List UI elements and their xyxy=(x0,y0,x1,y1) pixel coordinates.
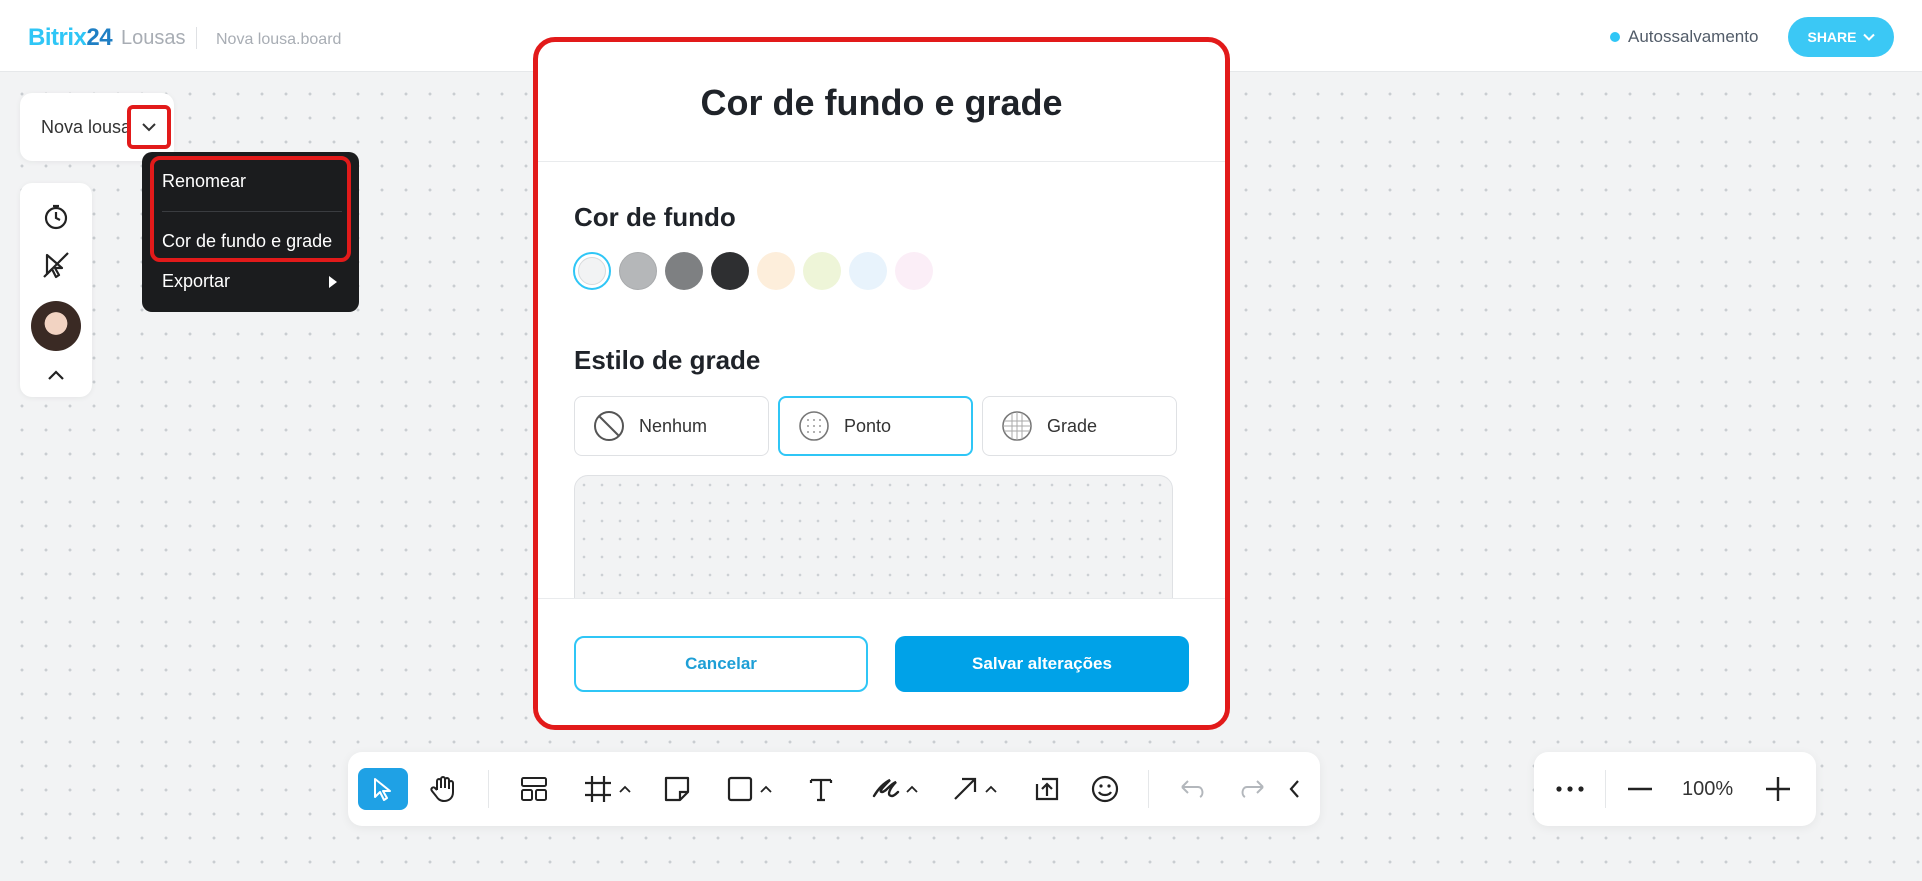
toolbar-divider xyxy=(488,770,489,808)
share-button[interactable]: SHARE xyxy=(1788,17,1894,57)
zoom-panel: 100% xyxy=(1534,752,1816,826)
sticky-note-tool-button[interactable] xyxy=(658,768,696,810)
cursor-off-icon[interactable] xyxy=(40,249,72,281)
grid-option-label: Ponto xyxy=(844,415,892,436)
document-name: Nova lousa.board xyxy=(216,31,342,48)
share-label: SHARE xyxy=(1807,29,1857,45)
modal-title: Cor de fundo e grade xyxy=(700,82,1063,123)
line-grid-icon xyxy=(1001,410,1033,442)
upload-icon xyxy=(1033,775,1061,803)
user-avatar[interactable] xyxy=(31,301,81,351)
emoji-tool-button[interactable] xyxy=(1085,768,1125,810)
board-menu-toggle[interactable] xyxy=(127,105,171,149)
header-divider xyxy=(196,27,197,49)
product-name: Lousas xyxy=(121,27,186,49)
color-swatch[interactable] xyxy=(849,252,887,290)
menu-highlight-box xyxy=(150,156,351,262)
bottom-toolbar xyxy=(348,752,1320,826)
toolbar-divider xyxy=(1148,770,1149,808)
plus-icon xyxy=(1765,776,1791,802)
cursor-icon xyxy=(371,776,395,802)
more-dots-icon xyxy=(1555,785,1585,793)
color-swatch[interactable] xyxy=(803,252,841,290)
color-swatch[interactable] xyxy=(711,252,749,290)
collapse-toolbar-button[interactable] xyxy=(1280,768,1308,810)
text-tool-button[interactable] xyxy=(801,768,841,810)
modal-footer: Cancelar Salvar alterações xyxy=(538,598,1225,725)
chevron-up-icon[interactable] xyxy=(40,359,72,391)
board-title[interactable]: Nova lousa xyxy=(41,117,137,138)
menu-item-export[interactable]: Exportar xyxy=(162,271,230,292)
upload-tool-button[interactable] xyxy=(1027,768,1067,810)
arrow-tool-button[interactable] xyxy=(945,768,1003,810)
chevron-down-icon xyxy=(141,122,157,132)
sticky-note-icon xyxy=(663,775,691,803)
frame-tool-button[interactable] xyxy=(578,768,636,810)
autosave-status: Autossalvamento xyxy=(1610,27,1758,47)
brand-logo[interactable]: Bitrix24 xyxy=(28,24,113,52)
select-tool-button[interactable] xyxy=(358,768,408,810)
grid-option-label: Grade xyxy=(1047,415,1098,436)
chevron-left-icon xyxy=(1288,779,1300,799)
background-grid-modal: Cor de fundo e grade Cor de fundo Estilo… xyxy=(533,37,1230,730)
shape-tool-button[interactable] xyxy=(720,768,778,810)
autosave-dot-icon xyxy=(1610,32,1620,42)
side-panel xyxy=(20,183,92,397)
layout-icon xyxy=(520,776,548,802)
prohibited-icon xyxy=(593,410,625,442)
zoom-level[interactable]: 100% xyxy=(1682,778,1733,801)
undo-button[interactable] xyxy=(1173,768,1213,810)
chevron-down-icon xyxy=(1862,33,1875,41)
frame-icon xyxy=(583,774,613,804)
color-swatch[interactable] xyxy=(757,252,795,290)
redo-button[interactable] xyxy=(1232,768,1272,810)
chevron-up-icon xyxy=(760,785,772,793)
smiley-icon xyxy=(1090,774,1120,804)
dot-grid-icon xyxy=(798,410,830,442)
color-swatch[interactable] xyxy=(573,252,611,290)
zoom-out-button[interactable] xyxy=(1620,768,1660,810)
hand-tool-button[interactable] xyxy=(422,768,464,810)
modal-divider xyxy=(538,161,1225,162)
color-swatch[interactable] xyxy=(895,252,933,290)
timer-icon[interactable] xyxy=(40,201,72,233)
zoom-in-button[interactable] xyxy=(1758,768,1798,810)
cancel-button[interactable]: Cancelar xyxy=(574,636,868,692)
zoom-divider xyxy=(1605,770,1606,808)
background-color-heading: Cor de fundo xyxy=(574,202,736,232)
square-icon xyxy=(726,775,754,803)
redo-icon xyxy=(1237,777,1267,801)
pen-scribble-icon xyxy=(870,774,902,804)
chevron-up-icon xyxy=(619,785,631,793)
minus-icon xyxy=(1627,787,1653,791)
pen-tool-button[interactable] xyxy=(863,768,925,810)
more-options-button[interactable] xyxy=(1550,768,1590,810)
chevron-up-icon xyxy=(906,785,918,793)
undo-icon xyxy=(1178,777,1208,801)
color-swatch[interactable] xyxy=(619,252,657,290)
grid-option-grid[interactable]: Grade xyxy=(982,396,1177,456)
templates-tool-button[interactable] xyxy=(515,768,553,810)
save-changes-button[interactable]: Salvar alterações xyxy=(895,636,1189,692)
autosave-label: Autossalvamento xyxy=(1628,27,1759,46)
caret-right-icon xyxy=(328,275,338,289)
grid-option-dot[interactable]: Ponto xyxy=(778,396,973,456)
text-icon xyxy=(807,775,835,803)
grid-option-label: Nenhum xyxy=(639,415,708,436)
grid-option-none[interactable]: Nenhum xyxy=(574,396,769,456)
arrow-icon xyxy=(951,775,979,803)
color-swatch[interactable] xyxy=(665,252,703,290)
chevron-up-icon xyxy=(985,785,997,793)
grid-style-heading: Estilo de grade xyxy=(574,345,761,375)
hand-icon xyxy=(428,774,458,804)
